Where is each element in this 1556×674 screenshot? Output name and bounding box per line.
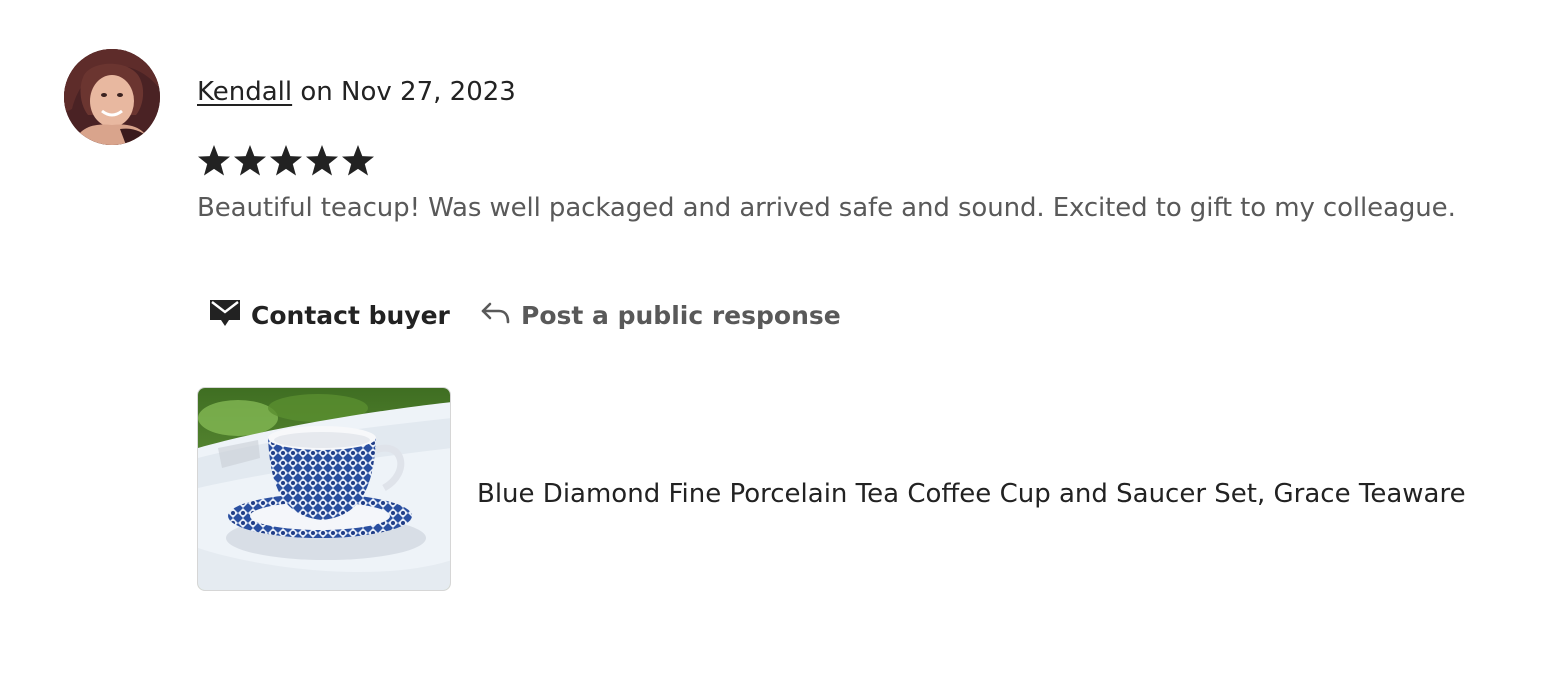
review-date: on Nov 27, 2023 [300,77,516,107]
star-icon [342,145,374,176]
teacup-image [198,388,450,590]
star-icon [198,145,230,176]
post-public-response-button[interactable]: Post a public response [479,294,841,336]
listing-title-link[interactable]: Blue Diamond Fine Porcelain Tea Coffee C… [477,475,1466,513]
review-meta: Kendall on Nov 27, 2023 [197,73,516,111]
avatar-photo [64,49,160,145]
star-icon [306,145,338,176]
reviewer-name-link[interactable]: Kendall [197,77,292,107]
star-rating [196,141,376,181]
review-text: Beautiful teacup! Was well packaged and … [197,193,1456,223]
star-icon [234,145,266,176]
envelope-icon [209,297,241,333]
star-icon [270,145,302,176]
contact-buyer-label: Contact buyer [251,300,450,330]
post-public-response-label: Post a public response [521,300,841,330]
reviewer-avatar[interactable] [64,49,160,145]
contact-buyer-button[interactable]: Contact buyer [209,294,450,336]
listing-thumbnail[interactable] [197,387,451,591]
reply-arrow-icon [479,298,511,332]
